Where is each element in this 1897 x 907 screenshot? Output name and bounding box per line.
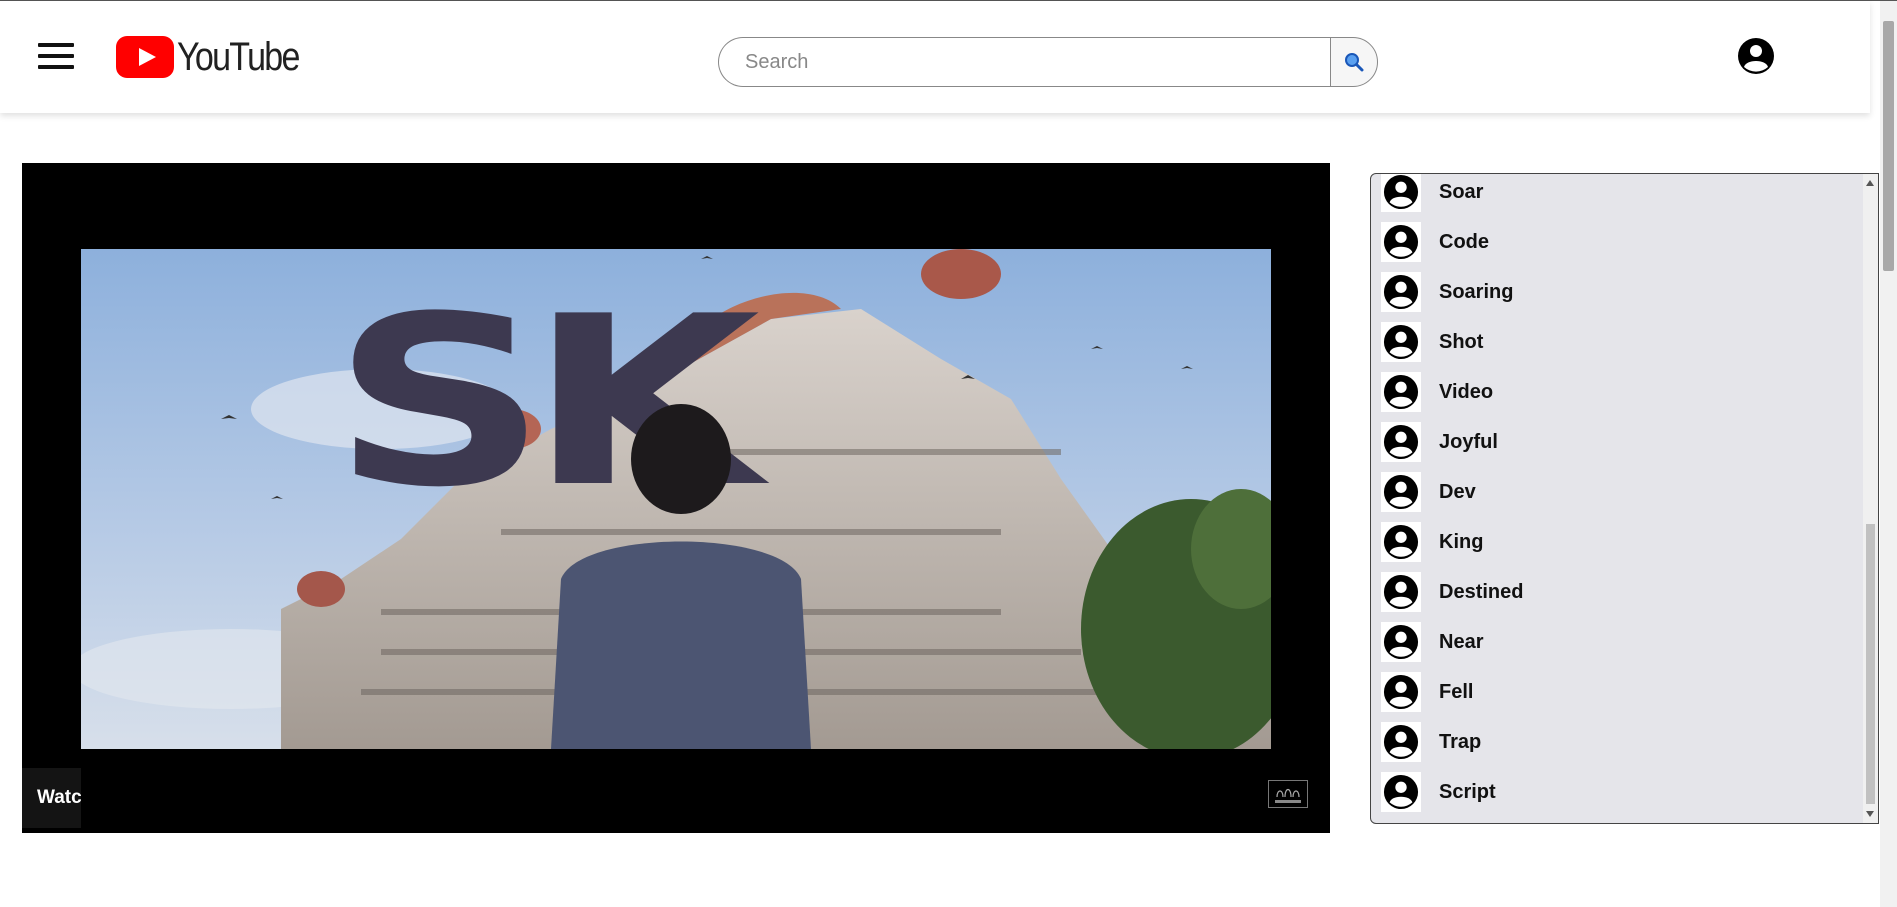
list-item-label: Trap <box>1439 730 1482 753</box>
user-avatar-icon <box>1381 572 1421 612</box>
list-scroll-thumb[interactable] <box>1866 524 1875 804</box>
youtube-logo[interactable]: YouTube <box>116 35 320 79</box>
page-scrollbar[interactable] <box>1880 1 1897 907</box>
list-item[interactable]: Video <box>1381 370 1493 414</box>
list-item-label: Joyful <box>1439 430 1498 453</box>
user-avatar-icon <box>1381 422 1421 462</box>
list-item-label: Code <box>1439 230 1489 253</box>
list-item[interactable]: Script <box>1381 770 1496 814</box>
logo-text: YouTube <box>177 34 300 79</box>
video-thumbnail: SK <box>81 249 1271 749</box>
list-item[interactable]: Dev <box>1381 470 1476 514</box>
video-player[interactable]: SK Watch <box>22 163 1330 833</box>
video-frame[interactable]: SK <box>81 249 1271 749</box>
list-item-label: Soaring <box>1439 280 1514 303</box>
user-avatar-icon <box>1381 174 1421 212</box>
menu-icon[interactable] <box>38 43 74 73</box>
list-scrollbar[interactable] <box>1863 174 1878 823</box>
header-bar: YouTube <box>0 1 1870 113</box>
user-avatar-icon <box>1381 522 1421 562</box>
user-avatar-icon <box>1381 672 1421 712</box>
list-item[interactable]: Soar <box>1381 174 1484 214</box>
watch-label: Watch <box>37 787 81 808</box>
list-item[interactable]: Soaring <box>1381 270 1513 314</box>
user-avatar-icon <box>1381 222 1421 262</box>
search-bar <box>718 37 1378 87</box>
list-item[interactable]: Code <box>1381 220 1489 264</box>
channel-watermark-icon[interactable] <box>1268 780 1308 808</box>
list-item-label: Script <box>1439 780 1496 803</box>
user-avatar-icon <box>1381 722 1421 762</box>
list-item-label: Shot <box>1439 330 1484 353</box>
play-logo-icon <box>116 36 174 78</box>
list-item-label: Dev <box>1439 480 1476 503</box>
list-item[interactable]: Destined <box>1381 570 1523 614</box>
list-item-label: Fell <box>1439 680 1474 703</box>
user-avatar-icon <box>1381 472 1421 512</box>
list-item[interactable]: Fell <box>1381 670 1473 714</box>
list-item[interactable]: Joyful <box>1381 420 1498 464</box>
user-avatar-icon <box>1381 372 1421 412</box>
search-input[interactable] <box>718 37 1330 87</box>
search-button[interactable] <box>1330 37 1378 87</box>
scroll-up-icon[interactable] <box>1866 180 1874 186</box>
watch-on-youtube-button[interactable]: Watch <box>22 768 81 828</box>
user-list-panel[interactable]: Soar Code Soaring Shot Video Joyful Dev King Des… <box>1370 173 1879 824</box>
user-avatar-icon <box>1381 772 1421 812</box>
list-item[interactable]: Near <box>1381 620 1483 664</box>
account-icon[interactable] <box>1737 37 1775 75</box>
search-icon <box>1345 53 1364 72</box>
list-item[interactable]: Trap <box>1381 720 1481 764</box>
list-item-label: Destined <box>1439 580 1524 603</box>
user-avatar-icon <box>1381 322 1421 362</box>
list-item-label: Soar <box>1439 180 1484 203</box>
list-item-label: King <box>1439 530 1484 553</box>
list-item-label: Near <box>1439 630 1484 653</box>
list-item[interactable]: Shot <box>1381 320 1483 364</box>
page-scroll-thumb[interactable] <box>1883 21 1894 271</box>
user-avatar-icon <box>1381 272 1421 312</box>
list-item[interactable]: King <box>1381 520 1483 564</box>
scroll-down-icon[interactable] <box>1866 811 1874 817</box>
user-avatar-icon <box>1381 622 1421 662</box>
list-item-label: Video <box>1439 380 1494 403</box>
